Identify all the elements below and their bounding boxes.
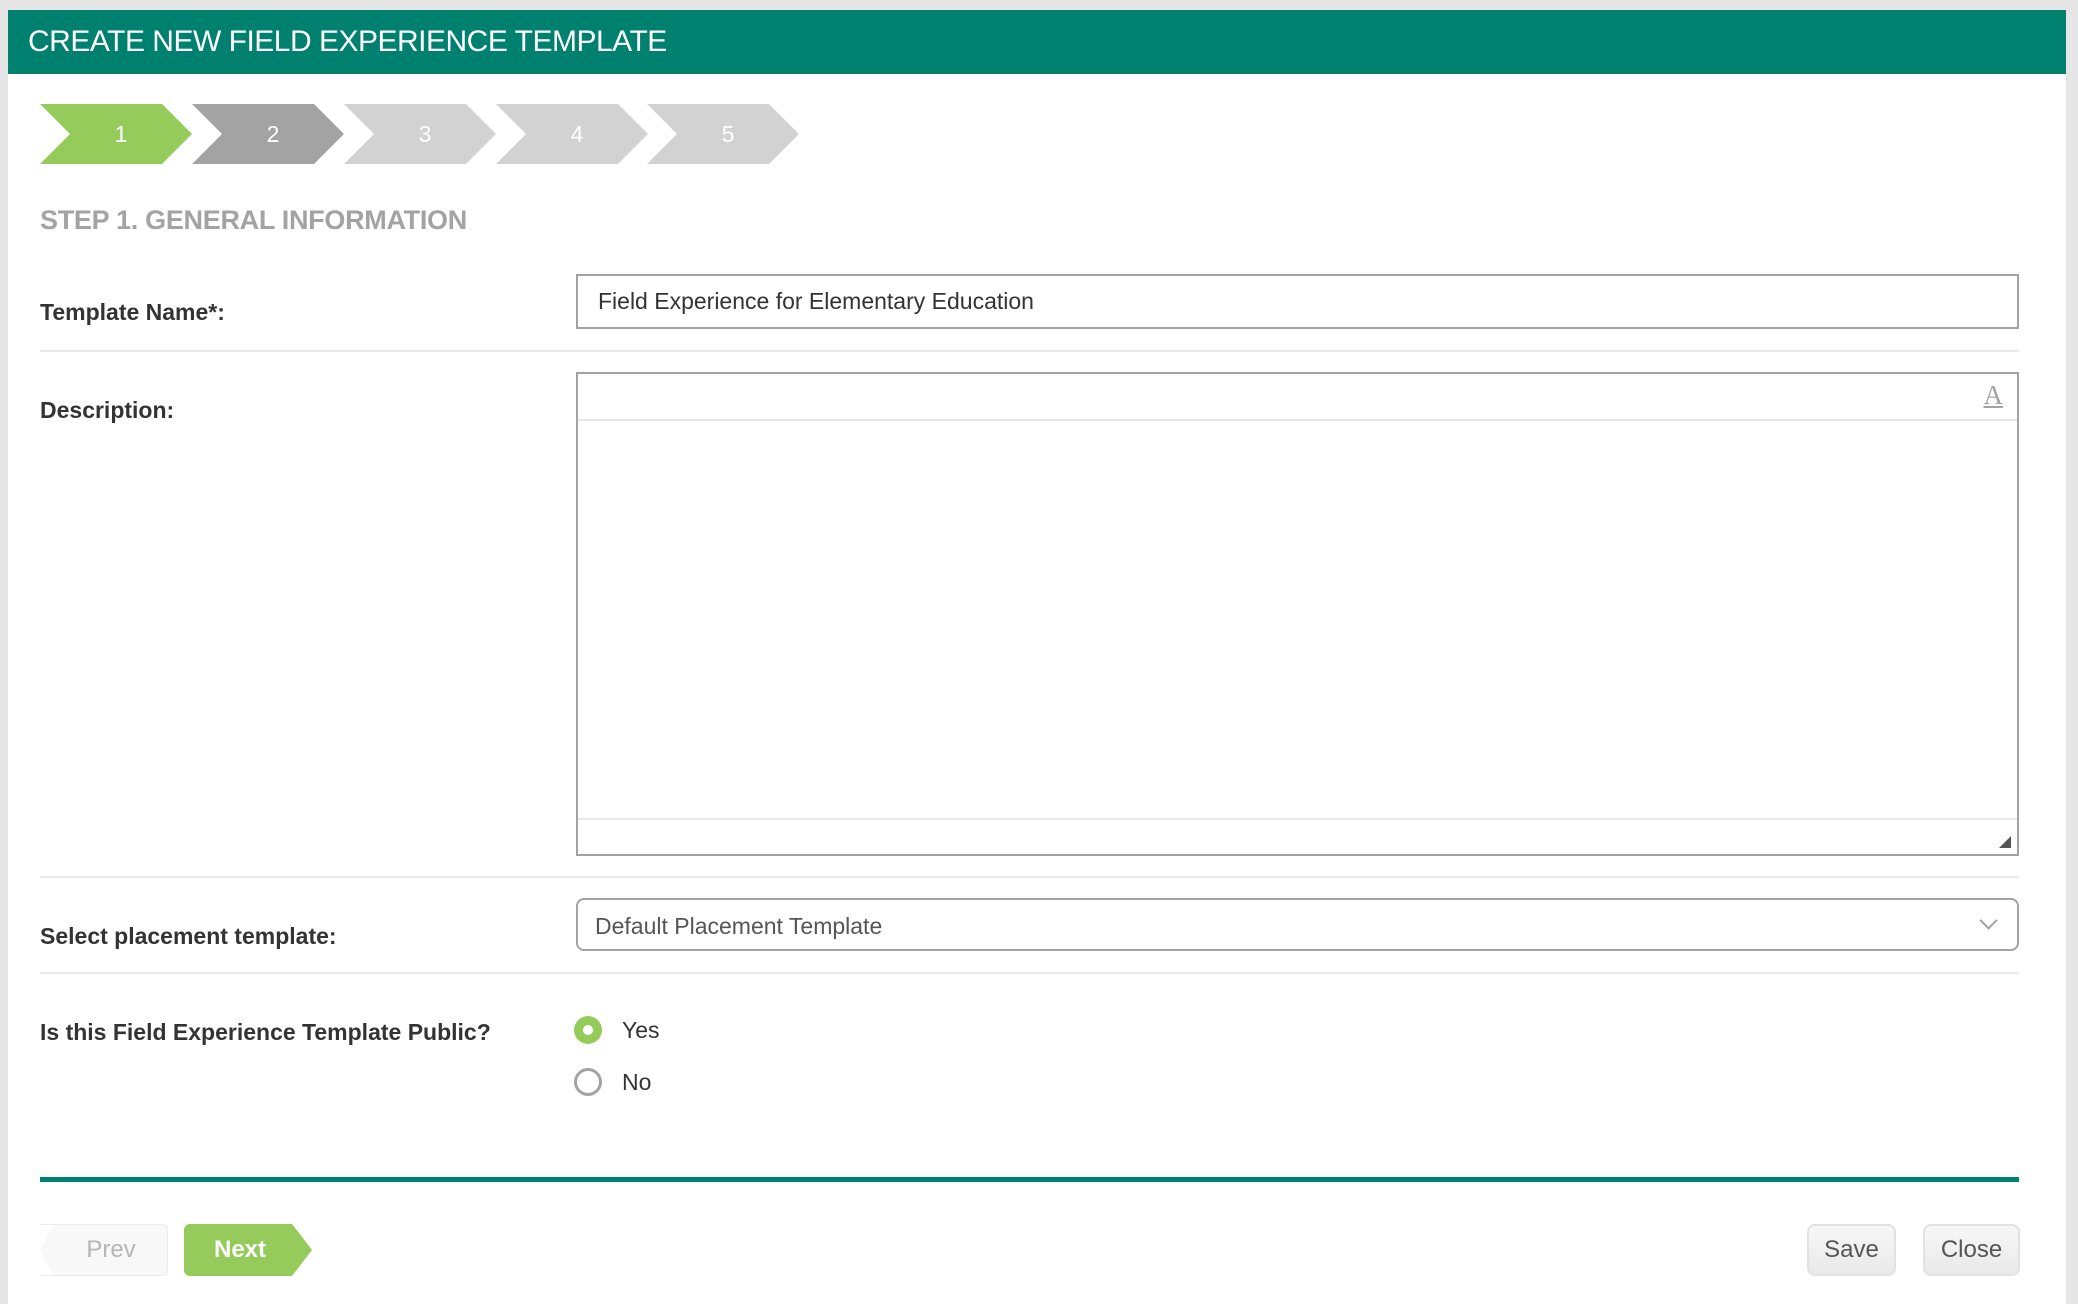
step-number: 2 (266, 120, 280, 147)
modal-header: CREATE NEW FIELD EXPERIENCE TEMPLATE (8, 10, 2066, 74)
step-number: 4 (570, 120, 584, 147)
wizard-steps: 1 2 3 4 5 (40, 104, 840, 164)
radio-label: Yes (622, 1016, 660, 1043)
template-name-input[interactable] (576, 274, 2019, 329)
resize-handle-icon[interactable] (1999, 836, 2011, 848)
wizard-step-5[interactable]: 5 (647, 104, 799, 164)
description-label: Description: (40, 397, 175, 423)
radio-yes[interactable]: Yes (574, 1016, 660, 1044)
step-number: 1 (114, 120, 128, 147)
wizard-step-2[interactable]: 2 (192, 104, 344, 164)
save-button[interactable]: Save (1807, 1224, 1896, 1276)
chevron-down-icon (1979, 911, 1998, 930)
font-format-icon[interactable]: A (1984, 380, 2004, 411)
radio-unchecked-icon[interactable] (574, 1068, 602, 1096)
wizard-step-1[interactable]: 1 (40, 104, 192, 164)
placement-template-select[interactable]: Default Placement Template (576, 898, 2019, 951)
description-editor: A (576, 372, 2019, 856)
step-number: 5 (721, 120, 735, 147)
page-scrollbar[interactable] (2066, 10, 2078, 1304)
placement-template-label: Select placement template: (40, 923, 337, 949)
description-textarea[interactable] (578, 421, 2017, 820)
divider (40, 972, 2019, 974)
editor-statusbar (578, 818, 2017, 854)
next-button[interactable]: Next (184, 1224, 312, 1276)
modal-title: CREATE NEW FIELD EXPERIENCE TEMPLATE (28, 25, 667, 58)
footer-divider (40, 1177, 2019, 1182)
wizard-step-4[interactable]: 4 (496, 104, 648, 164)
radio-label: No (622, 1068, 652, 1095)
wizard-step-3[interactable]: 3 (344, 104, 496, 164)
radio-checked-icon[interactable] (574, 1016, 602, 1044)
public-label: Is this Field Experience Template Public… (40, 1019, 491, 1045)
select-value: Default Placement Template (595, 913, 883, 939)
divider (40, 350, 2019, 352)
step-heading: STEP 1. GENERAL INFORMATION (40, 205, 467, 235)
editor-toolbar: A (578, 374, 2017, 421)
template-name-label: Template Name*: (40, 299, 225, 325)
step-number: 3 (418, 120, 432, 147)
prev-button[interactable]: Prev (40, 1224, 168, 1276)
close-button[interactable]: Close (1923, 1224, 2020, 1276)
divider (40, 876, 2019, 878)
radio-no[interactable]: No (574, 1068, 651, 1096)
